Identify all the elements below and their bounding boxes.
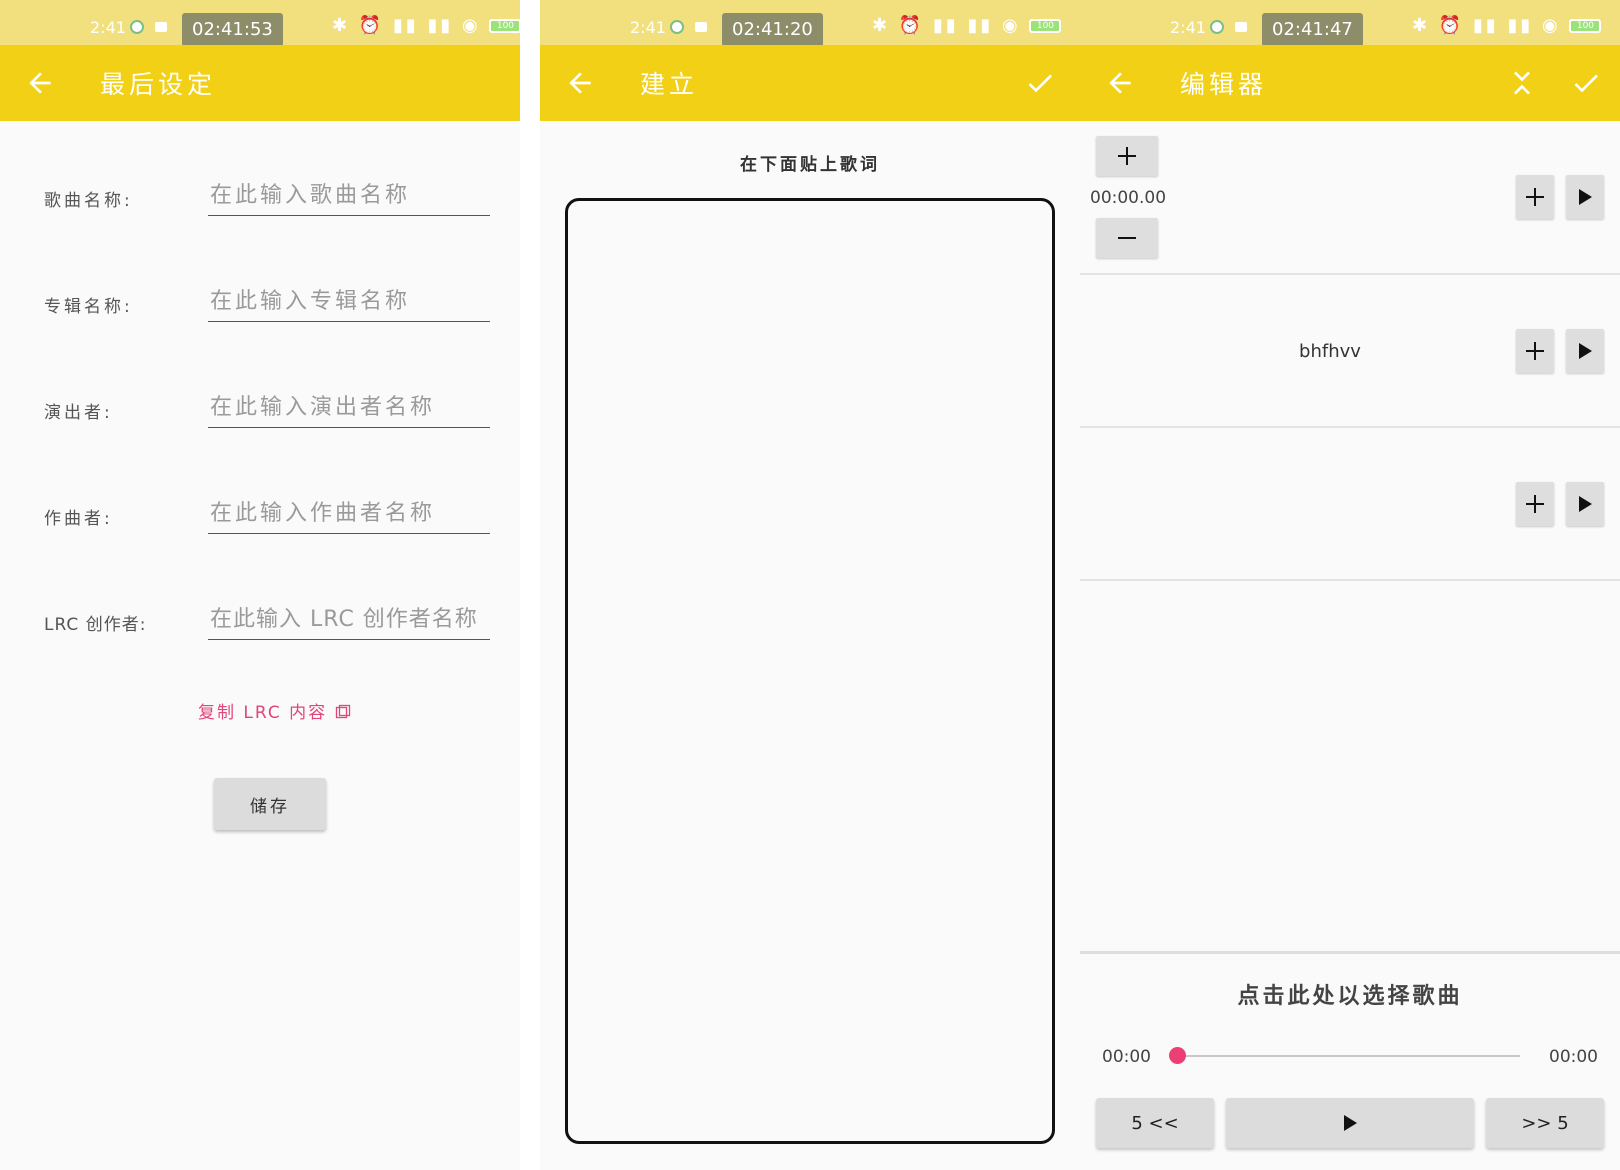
add-timestamp-button[interactable]	[1516, 175, 1554, 219]
play-button[interactable]	[1226, 1098, 1474, 1148]
performer-label: 演出者:	[44, 403, 113, 423]
lyric-line[interactable]: bhfhvv	[1140, 341, 1520, 362]
performer-input[interactable]	[208, 388, 490, 428]
clock-overlay: 02:41:47	[1262, 13, 1363, 47]
app-bar: 编辑器	[1080, 45, 1620, 121]
page-title: 最后设定	[100, 70, 217, 99]
arrow-back-icon[interactable]	[24, 67, 56, 99]
status-time: 2:41	[90, 18, 126, 37]
page-title: 编辑器	[1180, 70, 1268, 99]
app-bar: 最后设定	[0, 45, 520, 121]
clock-overlay: 02:41:53	[182, 13, 283, 47]
composer-label: 作曲者:	[44, 509, 113, 529]
paste-lyrics-hint: 在下面贴上歌词	[740, 155, 880, 175]
copy-lrc-link[interactable]: 复制 LRC 内容	[198, 698, 351, 723]
play-line-button[interactable]	[1566, 175, 1604, 219]
composer-input[interactable]	[208, 494, 490, 534]
plus-icon	[1526, 188, 1544, 206]
page-title: 建立	[640, 70, 699, 99]
copy-icon	[335, 704, 350, 719]
notification-icon	[1235, 22, 1247, 32]
album-name-input[interactable]	[208, 282, 490, 322]
check-icon[interactable]	[1570, 67, 1602, 99]
rewind-5-button[interactable]: 5 <<	[1096, 1098, 1214, 1148]
check-icon[interactable]	[1024, 67, 1056, 99]
play-icon	[1579, 496, 1592, 512]
total-time: 00:00	[1549, 1047, 1598, 1067]
plus-icon	[1526, 495, 1544, 513]
seek-bar[interactable]	[1178, 1055, 1520, 1057]
lrc-author-input[interactable]	[208, 600, 490, 640]
seek-thumb[interactable]	[1169, 1047, 1186, 1064]
song-name-label: 歌曲名称:	[44, 191, 133, 211]
timestamp-display: 00:00.00	[1090, 188, 1167, 208]
notification-icon	[695, 22, 707, 32]
status-bar: 2:41 02:41:20 ✱ ⏰ ▮▮ ▮▮ ◉ 100	[540, 0, 1080, 47]
divider	[1080, 426, 1620, 428]
add-timestamp-button[interactable]	[1516, 329, 1554, 373]
play-icon	[1344, 1115, 1357, 1131]
settings-screen: 2:41 02:41:53 ✱ ⏰ ▮▮ ▮▮ ◉ 100 最后设定 歌曲名称:…	[0, 0, 520, 1170]
create-screen: 2:41 02:41:20 ✱ ⏰ ▮▮ ▮▮ ◉ 100 建立 在下面贴上歌词	[540, 0, 1080, 1170]
arrow-back-icon[interactable]	[1104, 67, 1136, 99]
lrc-author-label: LRC 创作者:	[44, 615, 147, 635]
status-bar: 2:41 02:41:53 ✱ ⏰ ▮▮ ▮▮ ◉ 100	[0, 0, 520, 47]
time-decrease-button[interactable]	[1096, 218, 1158, 258]
app-bar: 建立	[540, 45, 1080, 121]
plus-icon	[1118, 147, 1136, 165]
notification-icon	[155, 22, 167, 32]
status-bar: 2:41 02:41:47 ✱ ⏰ ▮▮ ▮▮ ◉ 100	[1080, 0, 1620, 47]
play-line-button[interactable]	[1566, 482, 1604, 526]
arrow-back-icon[interactable]	[564, 67, 596, 99]
status-icons: ✱ ⏰ ▮▮ ▮▮ ◉ 100	[1412, 15, 1602, 36]
divider	[1080, 579, 1620, 581]
editor-screen: 2:41 02:41:47 ✱ ⏰ ▮▮ ▮▮ ◉ 100 编辑器 00:00.…	[1080, 0, 1620, 1170]
battery-icon: 100	[489, 19, 520, 33]
select-song-prompt[interactable]: 点击此处以选择歌曲	[1080, 978, 1620, 1010]
divider	[1080, 273, 1620, 275]
album-name-label: 专辑名称:	[44, 297, 133, 317]
time-increase-button[interactable]	[1096, 136, 1158, 176]
play-icon	[1579, 343, 1592, 359]
forward-5-button[interactable]: >> 5	[1486, 1098, 1604, 1148]
status-icons: ✱ ⏰ ▮▮ ▮▮ ◉ 100	[872, 15, 1062, 36]
battery-icon: 100	[1029, 19, 1062, 33]
status-icons: ✱ ⏰ ▮▮ ▮▮ ◉ 100	[332, 15, 520, 36]
minus-icon	[1118, 237, 1136, 239]
status-time: 2:41	[1170, 18, 1206, 37]
battery-icon: 100	[1569, 19, 1602, 33]
clock-overlay: 02:41:20	[722, 13, 823, 47]
download-icon	[1210, 20, 1224, 34]
play-line-button[interactable]	[1566, 329, 1604, 373]
status-time: 2:41	[630, 18, 666, 37]
play-icon	[1579, 189, 1592, 205]
download-icon	[130, 20, 144, 34]
lyrics-textarea[interactable]	[565, 198, 1055, 1144]
save-button[interactable]: 储存	[214, 778, 326, 830]
collapse-icon[interactable]	[1506, 67, 1538, 99]
add-timestamp-button[interactable]	[1516, 482, 1554, 526]
plus-icon	[1526, 342, 1544, 360]
current-time: 00:00	[1102, 1047, 1151, 1067]
song-name-input[interactable]	[208, 176, 490, 216]
copy-lrc-label: 复制 LRC 内容	[198, 703, 328, 723]
player-divider	[1080, 951, 1620, 954]
download-icon	[670, 20, 684, 34]
